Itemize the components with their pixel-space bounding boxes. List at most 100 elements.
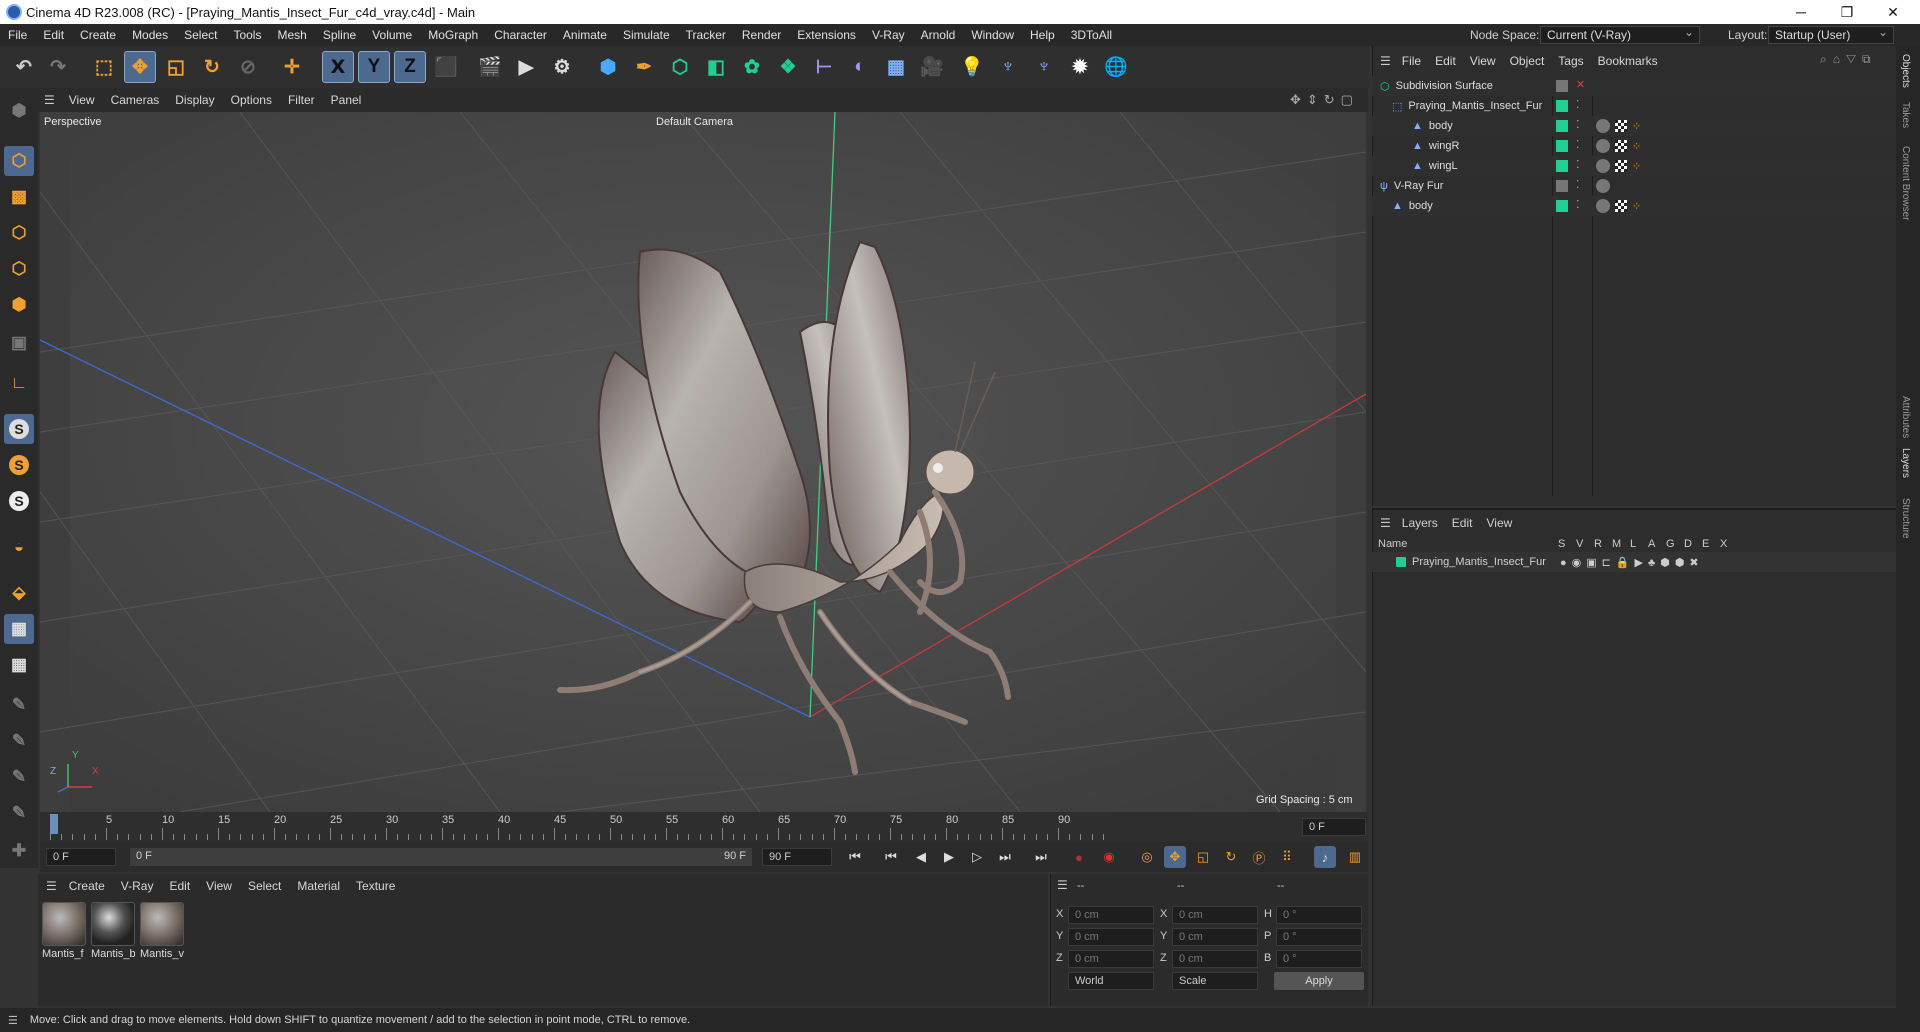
layer-menu-layers[interactable]: Layers <box>1395 516 1445 530</box>
polygon-mode-icon[interactable]: ⬢ <box>4 290 34 320</box>
viewport-menu-display[interactable]: Display <box>167 93 222 107</box>
layer-menu-hamburger-icon[interactable]: ☰ <box>1380 516 1391 530</box>
tag-icons[interactable]: ⁘ <box>1596 199 1641 213</box>
layer-column-header[interactable]: R <box>1594 538 1602 550</box>
timeline-playhead[interactable] <box>50 814 58 834</box>
floor-icon[interactable]: ▦ <box>880 51 912 83</box>
visibility-dots-icon[interactable]: ✕ <box>1576 78 1585 91</box>
layer-column-header[interactable]: A <box>1648 538 1655 550</box>
menu-create[interactable]: Create <box>72 28 124 42</box>
sculpt-icon[interactable]: ✎ <box>4 726 34 756</box>
layer-name[interactable]: Praying_Mantis_Insect_Fur <box>1412 556 1546 568</box>
object-menu-hamburger-icon[interactable]: ☰ <box>1380 54 1391 68</box>
layer-flag-icons[interactable]: ●◉▣⊏🔒▶♣⬢⬢✖ <box>1560 556 1704 569</box>
object-name[interactable]: body <box>1409 200 1433 212</box>
object-name[interactable]: body <box>1429 120 1453 132</box>
menu-tracker[interactable]: Tracker <box>678 28 734 42</box>
texture-tag-icon[interactable] <box>1615 160 1627 172</box>
layer-column-header[interactable]: G <box>1666 538 1675 550</box>
current-frame-field[interactable]: 0 F <box>1302 818 1366 836</box>
redo-button[interactable]: ↷ <box>42 51 74 83</box>
menu-render[interactable]: Render <box>734 28 789 42</box>
render-region-icon[interactable]: 🎬 <box>474 51 506 83</box>
viewport-menu-view[interactable]: View <box>61 93 103 107</box>
visibility-dots-icon[interactable]: ⁚ <box>1576 158 1580 171</box>
menu-help[interactable]: Help <box>1022 28 1063 42</box>
next-key-icon[interactable]: ⏭ <box>994 846 1016 868</box>
viewport-menu-cameras[interactable]: Cameras <box>103 93 168 107</box>
object-menu-view[interactable]: View <box>1463 54 1503 68</box>
material-tag-icon[interactable] <box>1596 119 1610 133</box>
goto-end-icon[interactable]: ⏭ <box>1030 846 1052 868</box>
edit-flag-icon[interactable] <box>1556 80 1568 92</box>
object-row[interactable]: ⬡ Subdivision Surface ✕ <box>1372 76 1896 96</box>
prev-key-icon[interactable]: ⏮ <box>880 846 902 868</box>
python-script-icon[interactable]: ♆ <box>1028 51 1060 83</box>
menu-window[interactable]: Window <box>963 28 1022 42</box>
layer-column-header[interactable]: V <box>1576 538 1583 550</box>
layout-dropdown[interactable]: Startup (User) <box>1768 24 1894 44</box>
maximize-button[interactable]: ❐ <box>1824 0 1870 24</box>
object-search-icons[interactable]: ⌕⌂▽⧉ <box>1820 52 1877 67</box>
tag-icons[interactable]: ⁘ <box>1596 119 1641 133</box>
side-tab-attributes[interactable]: Attributes <box>1900 396 1911 438</box>
menu-file[interactable]: File <box>0 28 35 42</box>
material-thumbnail[interactable] <box>91 902 135 946</box>
interpolation-icon[interactable]: ♪ <box>1314 846 1336 868</box>
menu-animate[interactable]: Animate <box>555 28 615 42</box>
viewport-3d[interactable] <box>40 112 1366 812</box>
scale-tool-button[interactable]: ◱ <box>160 51 192 83</box>
material-menu-hamburger-icon[interactable]: ☰ <box>46 879 57 893</box>
layer-color-swatch[interactable] <box>1556 160 1568 172</box>
viewport-menu-panel[interactable]: Panel <box>323 93 370 107</box>
make-editable-icon[interactable]: ⬢ <box>4 96 34 126</box>
material-menu-v-ray[interactable]: V-Ray <box>113 879 162 893</box>
layer-column-header[interactable]: E <box>1702 538 1709 550</box>
visibility-dots-icon[interactable]: ⁚ <box>1576 118 1580 131</box>
globe-icon[interactable]: 🌐 <box>1100 51 1132 83</box>
coord-value-field[interactable]: 0 cm <box>1172 950 1258 968</box>
live-selection-button[interactable]: ⬚ <box>88 51 120 83</box>
material-name[interactable]: Mantis_b <box>91 948 135 960</box>
layer-color-swatch[interactable] <box>1396 557 1406 567</box>
visibility-dots-icon[interactable]: ⁚ <box>1576 178 1580 191</box>
x-axis-lock-button[interactable]: X <box>322 51 354 83</box>
side-tab-takes[interactable]: Takes <box>1900 102 1911 128</box>
uv-mode-icon[interactable]: ▣ <box>4 328 34 358</box>
timeline-ruler[interactable]: 051015202530354045505560657075808590 <box>40 812 1368 842</box>
axis-mode-icon[interactable]: ∟ <box>4 368 34 398</box>
material-tag-icon[interactable] <box>1596 199 1610 213</box>
paint-icon[interactable]: ✎ <box>4 690 34 720</box>
vray-settings-icon[interactable]: ✹ <box>1064 51 1096 83</box>
side-tab-content-browser[interactable]: Content Browser <box>1900 146 1911 220</box>
edge-mode-icon[interactable]: ⬡ <box>4 254 34 284</box>
tag-icons[interactable] <box>1596 179 1615 193</box>
object-name[interactable]: Subdivision Surface <box>1396 80 1493 92</box>
recent-tool-button[interactable]: ⊘ <box>232 51 264 83</box>
coordinate-tool-button[interactable]: ✛ <box>276 51 308 83</box>
magnet-icon[interactable]: ◒ <box>4 532 34 562</box>
undo-button[interactable]: ↶ <box>8 51 40 83</box>
coord-value-field[interactable]: 0 cm <box>1172 928 1258 946</box>
object-row[interactable]: ▲ body ⁚ ⁘ <box>1372 116 1896 136</box>
spline-pen-icon[interactable]: ✒ <box>628 51 660 83</box>
menu-edit[interactable]: Edit <box>35 28 72 42</box>
coord-value-field[interactable]: 0 cm <box>1068 906 1154 924</box>
material-menu-create[interactable]: Create <box>61 879 113 893</box>
coord-value-field[interactable]: 0 cm <box>1172 906 1258 924</box>
side-tab-layers[interactable]: Layers <box>1900 448 1911 478</box>
keyframe-selection-icon[interactable]: ◎ <box>1136 846 1158 868</box>
layer-column-header[interactable]: D <box>1684 538 1692 550</box>
camera-icon[interactable]: 🎥 <box>916 51 948 83</box>
viewport-menu-hamburger-icon[interactable]: ☰ <box>44 93 55 107</box>
layer-column-header[interactable]: X <box>1720 538 1727 550</box>
coord-value-field[interactable]: 0 ° <box>1276 906 1362 924</box>
coord-value-field[interactable]: 0 ° <box>1276 950 1362 968</box>
move-tool-button[interactable]: ✥ <box>124 51 156 83</box>
material-tag-icon[interactable] <box>1596 139 1610 153</box>
timeline-window-icon[interactable]: ▥ <box>1344 846 1366 868</box>
vray-tag-icon[interactable]: ⁘ <box>1632 140 1641 153</box>
next-frame-icon[interactable]: ▷ <box>966 846 988 868</box>
key-scale-icon[interactable]: ◱ <box>1192 846 1214 868</box>
object-menu-tags[interactable]: Tags <box>1551 54 1590 68</box>
